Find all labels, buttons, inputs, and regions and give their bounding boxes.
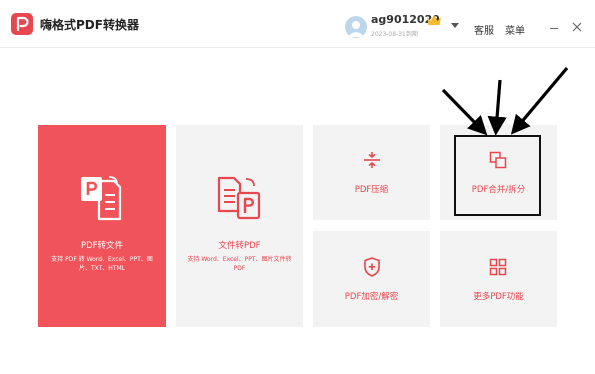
annotation-arrow: [487, 79, 507, 136]
annotation-arrow: [510, 66, 569, 135]
tile-label: 更多PDF功能: [473, 292, 524, 302]
merge-split-icon: [489, 151, 507, 169]
menu-button[interactable]: 菜单: [505, 22, 525, 37]
crown-icon: [427, 15, 441, 25]
tile-pdf-to-file[interactable]: PDF转文件 支持 PDF 转 Word、Excel、PPT、图片、TXT、HT…: [38, 125, 166, 327]
membership-expiry: 2023-08-31到期: [371, 31, 418, 38]
tile-label: PDF加密/解密: [344, 292, 399, 302]
pdf-to-file-icon: [81, 176, 122, 221]
support-button[interactable]: 客服: [474, 22, 494, 37]
compress-icon: [364, 152, 380, 168]
file-to-pdf-icon: [217, 176, 261, 220]
grid-icon: [489, 258, 507, 276]
tile-description: 支持 PDF 转 Word、Excel、PPT、图片、TXT、HTML: [51, 256, 153, 272]
tile-compress[interactable]: PDF压缩: [313, 125, 430, 220]
tile-label: 文件转PDF: [218, 241, 261, 251]
app-title: 嗨格式PDF转换器: [40, 18, 139, 32]
tile-description: 支持 Word、Excel、PPT、图片文件转 PDF: [187, 256, 292, 272]
avatar-icon[interactable]: [345, 16, 367, 38]
tile-merge-split[interactable]: PDF合并/拆分: [440, 125, 557, 220]
minimize-icon[interactable]: [550, 28, 558, 29]
encrypt-icon: [364, 257, 380, 277]
close-icon[interactable]: [571, 21, 583, 33]
tile-encrypt[interactable]: PDF加密/解密: [313, 231, 430, 327]
title-bar: 嗨格式PDF转换器 ag9012029 2023-08-31到期 客服 菜单: [0, 0, 595, 48]
app-logo-icon: [11, 13, 33, 35]
chevron-down-icon[interactable]: [451, 23, 459, 28]
tile-label: PDF压缩: [354, 185, 389, 195]
tile-label: PDF转文件: [80, 241, 124, 251]
tile-more-features[interactable]: 更多PDF功能: [440, 231, 557, 327]
tile-file-to-pdf[interactable]: 文件转PDF 支持 Word、Excel、PPT、图片文件转 PDF: [176, 125, 303, 327]
tile-label: PDF合并/拆分: [471, 185, 526, 195]
